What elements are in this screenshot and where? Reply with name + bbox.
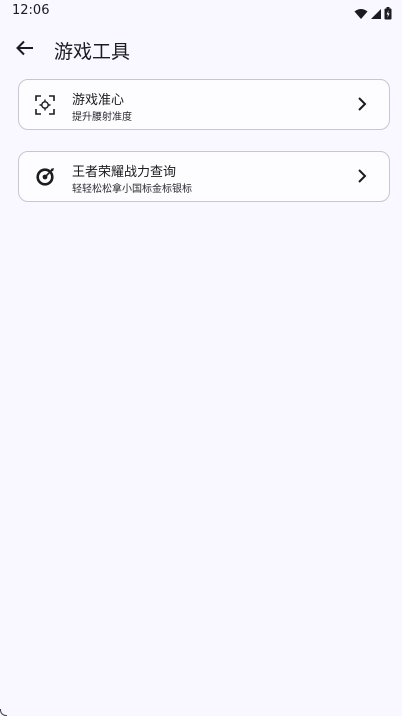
chevron-right-icon xyxy=(355,96,369,112)
target-disc-icon xyxy=(35,167,55,187)
item-subtitle: 轻轻松松拿小国标金标银标 xyxy=(72,184,192,195)
chevron-right-icon xyxy=(355,168,369,184)
screen-corner-divider xyxy=(0,709,7,716)
item-subtitle: 提升腰射准度 xyxy=(72,112,132,123)
wifi-icon xyxy=(354,5,368,24)
back-button[interactable] xyxy=(10,36,40,64)
list-item-honor-of-kings[interactable]: 王者荣耀战力查询 轻轻松松拿小国标金标银标 xyxy=(18,151,390,202)
item-title: 王者荣耀战力查询 xyxy=(72,165,177,180)
list-item-crosshair[interactable]: 游戏准心 提升腰射准度 xyxy=(18,79,390,130)
status-bar: 12:06 xyxy=(0,0,402,24)
app-bar: 游戏工具 xyxy=(0,28,402,72)
status-icons xyxy=(354,5,392,24)
status-time: 12:06 xyxy=(12,3,50,18)
crosshair-focus-icon xyxy=(35,95,55,115)
battery-icon xyxy=(384,5,392,24)
item-title: 游戏准心 xyxy=(72,93,125,108)
signal-icon xyxy=(370,5,382,24)
page-title: 游戏工具 xyxy=(54,41,131,63)
back-arrow-icon xyxy=(16,40,34,60)
